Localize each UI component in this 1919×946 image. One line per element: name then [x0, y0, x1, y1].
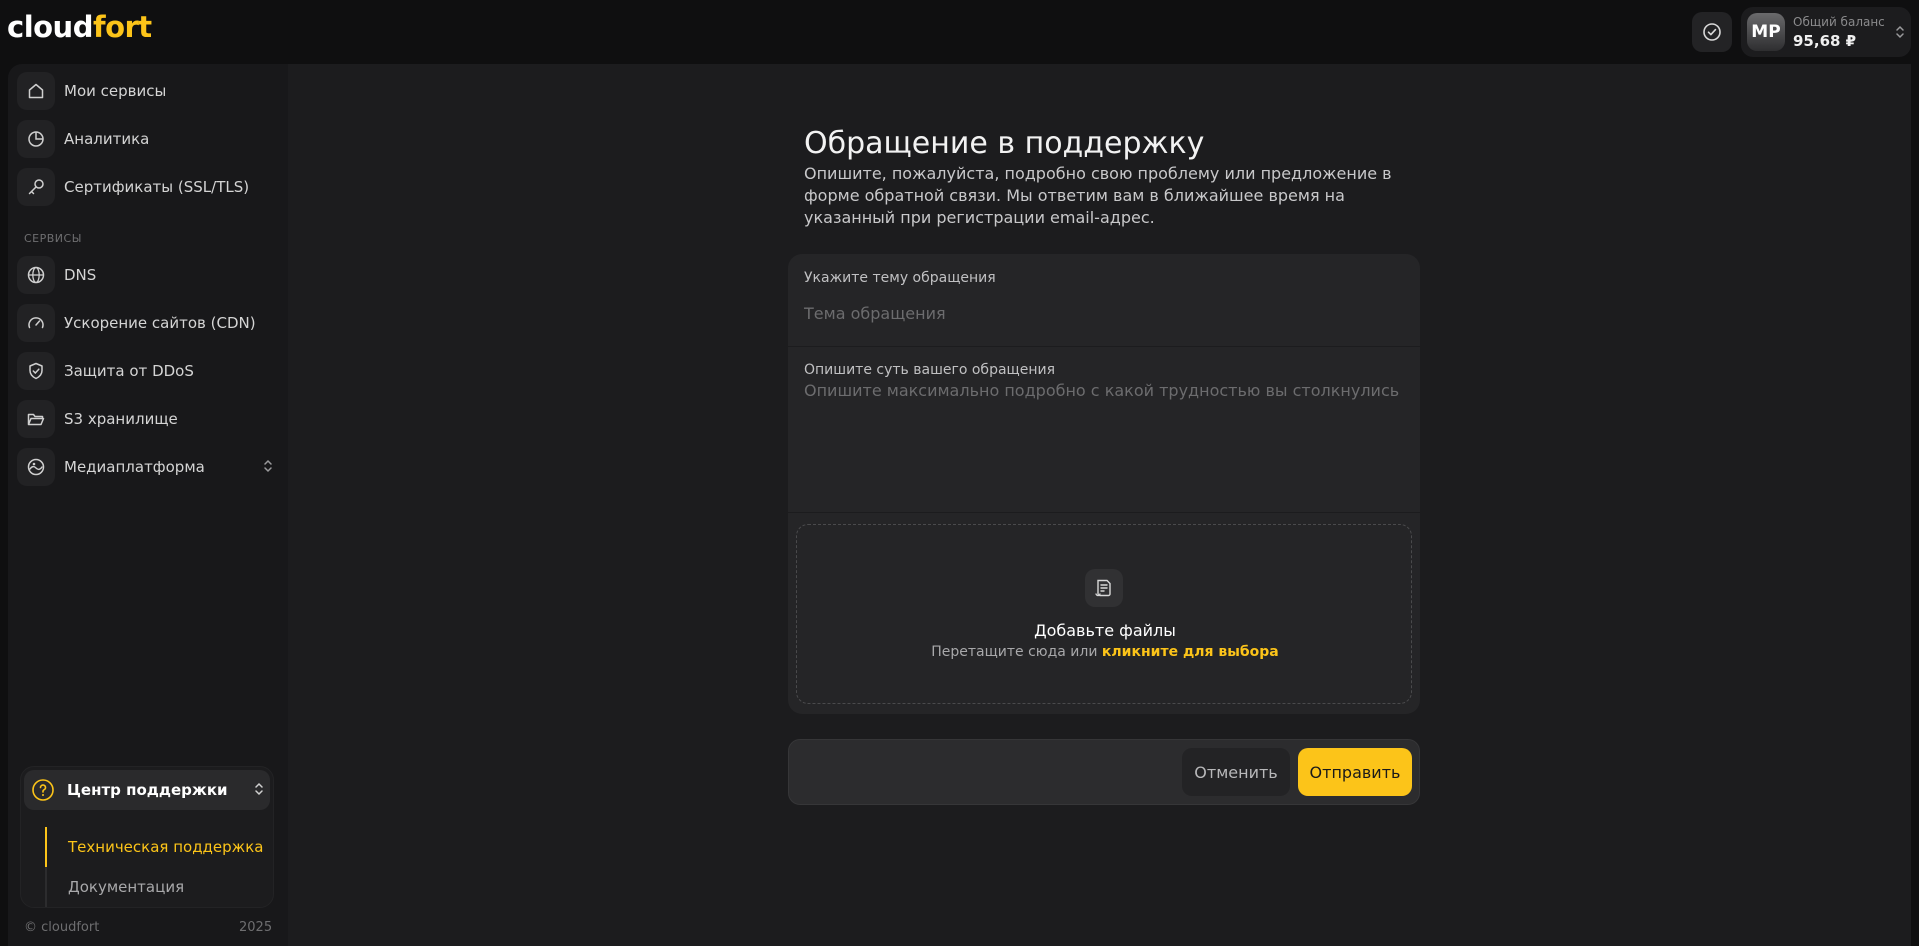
sidebar-item-documentation[interactable]: Документация	[68, 878, 184, 896]
shield-icon	[17, 352, 55, 390]
sidebar-item-label: Защита от DDoS	[64, 362, 194, 380]
logo[interactable]: cloudfort	[7, 10, 152, 44]
key-icon	[17, 168, 55, 206]
sidebar-item-label: DNS	[64, 266, 97, 284]
support-form: Укажите тему обращения Опишите суть ваше…	[788, 254, 1420, 714]
copyright-year: 2025	[239, 920, 273, 935]
sidebar-item-media[interactable]: Медиаплатформа	[17, 447, 279, 487]
sidebar-item-cdn[interactable]: Ускорение сайтов (CDN)	[17, 303, 279, 343]
dropzone-text: Перетащите сюда или кликните для выбора	[797, 644, 1413, 660]
question-icon	[32, 779, 54, 801]
sidebar-item-s3[interactable]: S3 хранилище	[17, 399, 279, 439]
submit-button[interactable]: Отправить	[1298, 748, 1412, 796]
support-center-panel: Центр поддержки Техническая поддержка До…	[20, 766, 274, 908]
sidebar-item-label: Ускорение сайтов (CDN)	[64, 314, 256, 332]
support-center-title: Центр поддержки	[67, 781, 228, 799]
sidebar-item-tech-support[interactable]: Техническая поддержка	[68, 838, 263, 856]
pie-chart-icon	[17, 120, 55, 158]
divider	[788, 512, 1420, 513]
sidebar-item-my-services[interactable]: Мои сервисы	[17, 71, 279, 111]
home-icon	[17, 72, 55, 110]
sidebar-item-label: Медиаплатформа	[64, 458, 205, 476]
indicator-track	[45, 867, 47, 907]
section-label-services: СЕРВИСЫ	[24, 232, 82, 245]
tasks-button[interactable]	[1692, 12, 1732, 52]
sidebar-item-analytics[interactable]: Аналитика	[17, 119, 279, 159]
divider	[788, 346, 1420, 347]
sidebar-item-certificates[interactable]: Сертификаты (SSL/TLS)	[17, 167, 279, 207]
logo-accent: fort	[92, 10, 152, 44]
check-circle-icon	[1703, 23, 1721, 41]
form-actions: Отменить Отправить	[788, 739, 1420, 805]
body-textarea[interactable]	[804, 381, 1404, 481]
sidebar-item-label: Аналитика	[64, 130, 150, 148]
file-dropzone[interactable]: Добавьте файлы Перетащите сюда или кликн…	[796, 524, 1412, 704]
top-bar: cloudfort MP Общий баланс 95,68 ₽	[0, 0, 1919, 62]
document-icon	[1085, 569, 1123, 607]
cancel-button[interactable]: Отменить	[1182, 748, 1290, 796]
active-indicator	[45, 827, 47, 867]
page-description: Опишите, пожалуйста, подробно свою пробл…	[804, 164, 1392, 227]
dropzone-title: Добавьте файлы	[1034, 621, 1176, 640]
support-center-toggle[interactable]: Центр поддержки	[24, 770, 270, 810]
dropzone-hint: Перетащите сюда или	[931, 644, 1102, 660]
main-content: Обращение в поддержку Опишите, пожалуйст…	[288, 64, 1911, 946]
subject-label: Укажите тему обращения	[804, 270, 996, 286]
chevron-updown-icon	[264, 459, 272, 473]
chevron-updown-icon	[255, 782, 263, 796]
sidebar-item-label: Мои сервисы	[64, 82, 167, 100]
body-label: Опишите суть вашего обращения	[804, 362, 1056, 378]
chevron-updown-icon	[1896, 25, 1904, 39]
copyright: © cloudfort	[24, 920, 100, 935]
page-title: Обращение в поддержку	[804, 126, 1205, 161]
balance-label: Общий баланс	[1793, 15, 1885, 29]
speedometer-icon	[17, 304, 55, 342]
sidebar: Мои сервисы Аналитика Сертификаты (SSL/T…	[8, 64, 288, 946]
balance-value: 95,68 ₽	[1793, 32, 1857, 50]
account-balance-menu[interactable]: MP Общий баланс 95,68 ₽	[1741, 7, 1911, 57]
scrollbar[interactable]	[1911, 64, 1919, 946]
subject-input[interactable]	[804, 304, 1404, 323]
sidebar-item-dns[interactable]: DNS	[17, 255, 279, 295]
folder-icon	[17, 400, 55, 438]
sidebar-item-label: S3 хранилище	[64, 410, 178, 428]
sidebar-item-ddos[interactable]: Защита от DDoS	[17, 351, 279, 391]
media-icon	[17, 448, 55, 486]
choose-files-link[interactable]: кликните для выбора	[1102, 644, 1279, 660]
globe-icon	[17, 256, 55, 294]
avatar: MP	[1747, 13, 1785, 51]
sidebar-item-label: Сертификаты (SSL/TLS)	[64, 178, 250, 196]
logo-main: cloud	[7, 10, 93, 44]
